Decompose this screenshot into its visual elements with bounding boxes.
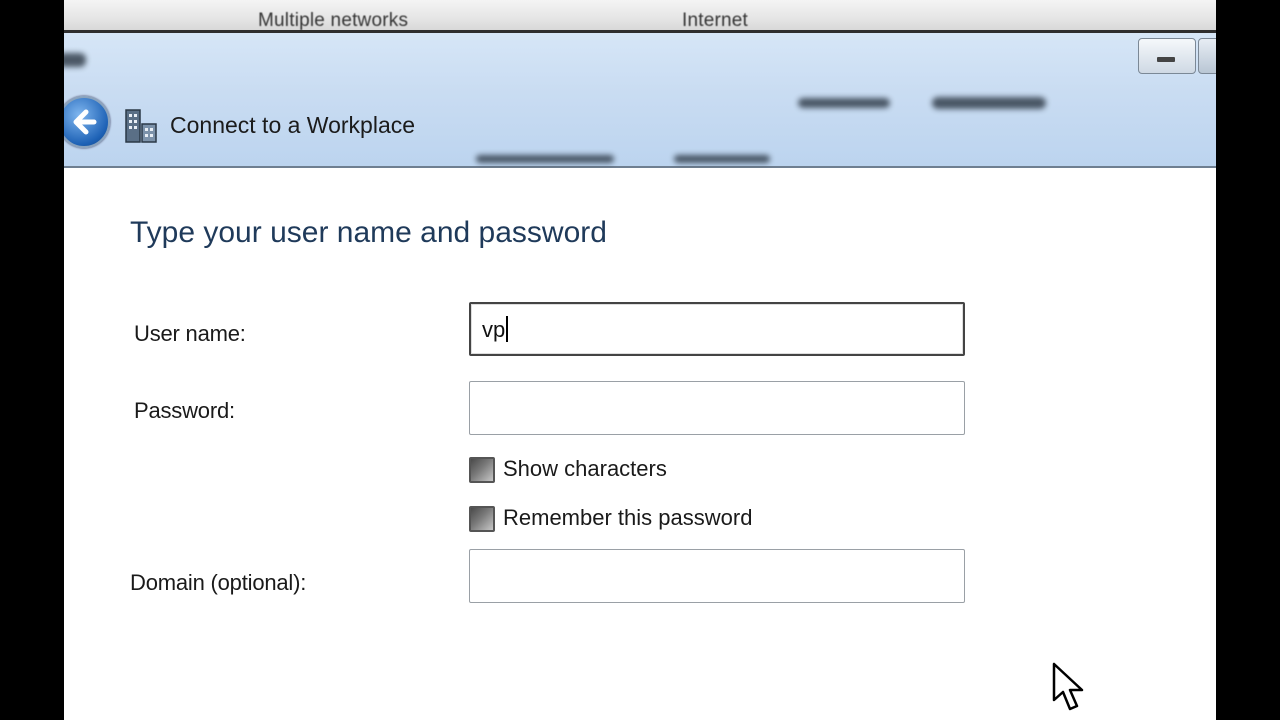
back-arrow-icon (73, 109, 97, 135)
connect-workplace-window: Multiple networks Internet Connect to a … (64, 0, 1216, 720)
dialog-content: Type your user name and password User na… (64, 168, 1216, 720)
screen-border-left (0, 0, 64, 720)
taskbar-item-internet[interactable]: Internet (682, 10, 748, 32)
show-characters-label[interactable]: Show characters (503, 456, 667, 482)
blurred-text (476, 155, 614, 163)
minimize-icon (1157, 57, 1175, 62)
blurred-text (674, 155, 770, 163)
remember-password-label[interactable]: Remember this password (503, 505, 752, 531)
blurred-text (932, 97, 1046, 109)
domain-input[interactable] (469, 549, 965, 603)
domain-label: Domain (optional): (130, 570, 307, 595)
maximize-button[interactable] (1198, 38, 1216, 74)
blurred-text (798, 98, 890, 108)
remember-password-checkbox[interactable] (469, 506, 495, 532)
workplace-network-icon (125, 109, 157, 143)
title-bar (64, 33, 1216, 168)
page-heading: Type your user name and password (130, 216, 607, 249)
password-label: Password: (134, 398, 235, 423)
password-input[interactable] (469, 381, 965, 435)
mouse-pointer-icon (1052, 662, 1084, 711)
blurred-text (64, 53, 86, 67)
username-input[interactable]: vp (469, 302, 965, 356)
window-title: Connect to a Workplace (170, 112, 416, 138)
show-characters-checkbox[interactable] (469, 457, 495, 483)
minimize-button[interactable] (1138, 38, 1196, 74)
username-value: vp (482, 316, 509, 343)
username-label: User name: (134, 321, 246, 346)
screen-border-right (1216, 0, 1280, 720)
taskbar-item-multiple-networks[interactable]: Multiple networks (258, 10, 408, 32)
taskbar: Multiple networks Internet (64, 0, 1216, 33)
text-caret (506, 316, 509, 342)
